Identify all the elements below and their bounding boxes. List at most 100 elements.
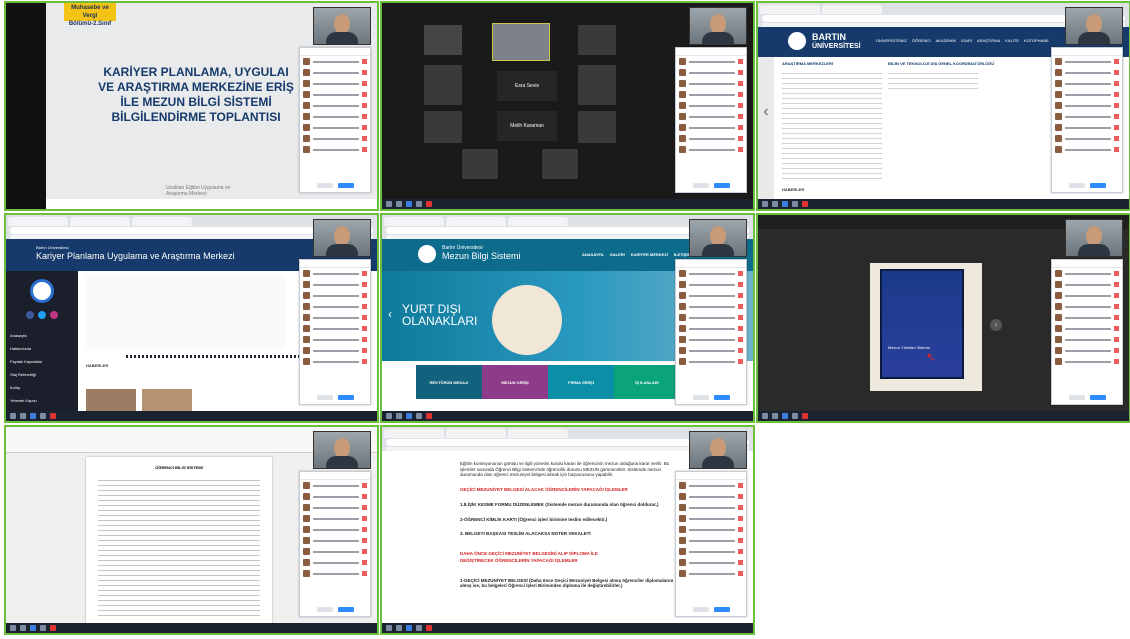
- speaker-camera: [1065, 7, 1123, 45]
- org-name: Kariyer Planlama Uygulama ve Araştırma M…: [36, 251, 235, 261]
- participants-panel[interactable]: [675, 259, 747, 405]
- footer-line2: Araştırma Merkezi: [166, 191, 207, 197]
- video-cell: [578, 25, 616, 55]
- participants-panel[interactable]: [299, 259, 371, 405]
- side-menu: Anasayfa Hakkımızda Faydalı Kaynaklar St…: [6, 329, 78, 420]
- video-cell: [424, 65, 462, 105]
- step-item: 2-ÖĞRENCİ KİMLİK KARTI (Öğrenci işleri b…: [460, 516, 608, 522]
- hero-illustration: [492, 285, 562, 355]
- participants-panel[interactable]: [675, 471, 747, 617]
- side-title: ARAŞTIRMA MERKEZLERİ: [782, 61, 833, 66]
- video-cell: [424, 25, 462, 55]
- screenshot-grid: Muhasebe ve Vergi Bölümü-2.Sınıf KARİYER…: [0, 0, 1130, 639]
- tile-kariyer: Bartın Üniversitesi Kariyer Planlama Uyg…: [4, 213, 379, 423]
- red-heading: DAHA ÖNCE GEÇİCİ MEZUNİYET BELGESİNİ ALI…: [460, 550, 598, 556]
- tile-mezun-girisi[interactable]: MEZUN GİRİŞİ: [482, 365, 548, 399]
- tile-photo: Mezun Yönetim Sistemi ↖ ›: [756, 213, 1130, 423]
- nav-item[interactable]: ANASAYFA: [582, 252, 604, 257]
- participants-panel[interactable]: [299, 47, 371, 193]
- logo-line2: ÜNİVERSİTESİ: [812, 43, 861, 50]
- nav-item[interactable]: GALERİ: [610, 252, 625, 257]
- logo-line1: BARTIN: [812, 32, 846, 42]
- participants-panel[interactable]: [1051, 259, 1123, 405]
- menu-item[interactable]: Staj Rehberliği: [10, 368, 78, 381]
- step-item: 1.İLİŞİK KESME FORMU DÜZENLEMEK (Sistemd…: [460, 502, 659, 507]
- tile-bartin: BARTIN ÜNİVERSİTESİ ÜNİVERSİTEMİZ ÖĞRENC…: [756, 1, 1130, 211]
- twitter-icon[interactable]: [38, 311, 46, 319]
- nav-item[interactable]: KARİYER MERKEZİ: [631, 252, 668, 257]
- video-cell: [462, 149, 498, 179]
- speaker-camera: [313, 7, 371, 45]
- nav-item[interactable]: KÜTÜPHANE: [1024, 38, 1049, 43]
- badge-line1: Muhasebe ve Vergi: [71, 5, 109, 19]
- phone-screen: Mezun Yönetim Sistemi ↖: [880, 269, 964, 379]
- news-image: [86, 389, 136, 413]
- intro-text: Eğitim komisyonunun görüşü ve ilgili yön…: [460, 461, 670, 477]
- red-heading: DEĞİŞTİRECEK ÖĞRENCİLERİN YAPACAĞI İŞLEM…: [460, 558, 578, 563]
- tile-rektor[interactable]: REKTÖRÜN MESAJI: [416, 365, 482, 399]
- site-nav: ANASAYFA GALERİ KARİYER MERKEZİ İLETİŞİM: [582, 252, 691, 257]
- org-name: Mezun Bilgi Sistemi: [442, 251, 521, 261]
- instagram-icon[interactable]: [50, 311, 58, 319]
- list-lines: [782, 69, 882, 179]
- participants-panel[interactable]: [1051, 47, 1123, 193]
- news-image: [142, 389, 192, 413]
- red-heading: GEÇİCİ MEZUNİYET BELGESİ ALACAK ÖĞRENCİL…: [460, 486, 628, 492]
- tile-gallery: Esra Sevis Melih Karaman: [380, 1, 755, 211]
- taskbar: [758, 411, 1129, 421]
- tile-slide: Muhasebe ve Vergi Bölümü-2.Sınıf KARİYER…: [4, 1, 379, 211]
- list-lines: [888, 69, 978, 89]
- sidebar: Anasayfa Hakkımızda Faydalı Kaynaklar St…: [6, 271, 78, 416]
- next-arrow-icon[interactable]: ›: [990, 319, 1002, 331]
- menu-item[interactable]: Hakkımızda: [10, 342, 78, 355]
- hero-line2: OLANAKLARI: [402, 314, 478, 328]
- taskbar: [382, 199, 753, 209]
- nav-item[interactable]: ARAŞTIRMA: [977, 38, 1000, 43]
- tile-is-ilanlari[interactable]: İŞ İLANLARI: [614, 365, 680, 399]
- nav-item[interactable]: KALİTE: [1005, 38, 1019, 43]
- video-cell: [578, 65, 616, 105]
- video-cell: [578, 111, 616, 143]
- col2-title: BİLİM VE TEKNOLOJİ DIŞ GENEL KOORDİNATÖR…: [888, 61, 995, 66]
- facebook-icon[interactable]: [26, 311, 34, 319]
- participants-panel[interactable]: [299, 471, 371, 617]
- tile-firma-girisi[interactable]: FİRMA GİRİŞİ: [548, 365, 614, 399]
- menu-item[interactable]: Faydalı Kaynaklar: [10, 355, 78, 368]
- doc-text-lines: [98, 476, 260, 616]
- org-small: Bartın Üniversitesi: [36, 245, 69, 250]
- prev-arrow-icon[interactable]: ‹: [758, 57, 774, 199]
- slide-left-bar: [6, 3, 46, 209]
- slider-dots[interactable]: [126, 355, 306, 358]
- speaker-camera: [689, 431, 747, 469]
- arrow-icon: ↖: [926, 350, 937, 364]
- participants-panel[interactable]: [675, 47, 747, 193]
- menu-item[interactable]: Yetenek Kapısı: [10, 394, 78, 407]
- nav-item[interactable]: İDARİ: [961, 38, 972, 43]
- taskbar: [6, 411, 377, 421]
- site-logo-text: BARTIN ÜNİVERSİTESİ: [812, 33, 861, 51]
- menu-item[interactable]: Anasayfa: [10, 329, 78, 342]
- nav-item[interactable]: ÜNİVERSİTEMİZ: [876, 38, 907, 43]
- quick-tiles: REKTÖRÜN MESAJI MEZUN GİRİŞİ FİRMA GİRİŞ…: [416, 365, 680, 399]
- speaker-camera: [689, 219, 747, 257]
- active-speaker-cell: [492, 23, 550, 61]
- slide-footer: Uzaktan Eğitim Uygulama ve Araştırma Mer…: [166, 185, 230, 197]
- speaker-camera: [313, 219, 371, 257]
- news-heading: HABERLER: [782, 187, 805, 192]
- speaker-camera: [313, 431, 371, 469]
- video-cell: [424, 111, 462, 143]
- social-icons: [6, 311, 78, 319]
- taskbar: [758, 199, 1129, 209]
- nav-item[interactable]: AKADEMİK: [936, 38, 957, 43]
- step-item: 3. BELGEYİ BAŞKASI TESLİM ALACAKSA NOTER…: [460, 531, 591, 536]
- tile-info: Eğitim komisyonunun görüşü ve ilgili yön…: [380, 425, 755, 635]
- taskbar: [382, 411, 753, 421]
- logo-icon: [30, 279, 54, 303]
- slider-area: [86, 275, 286, 349]
- tile-mezun: Bartın Üniversitesi Mezun Bilgi Sistemi …: [380, 213, 755, 423]
- pdf-page: ÖĞRENCİ BİLGİ SİSTEMİ: [86, 457, 272, 627]
- prev-arrow-icon[interactable]: ‹: [388, 307, 392, 321]
- info-content: Eğitim komisyonunun görüşü ve ilgili yön…: [460, 461, 676, 589]
- menu-item[interactable]: Kulüp: [10, 381, 78, 394]
- nav-item[interactable]: ÖĞRENCİ: [912, 38, 931, 43]
